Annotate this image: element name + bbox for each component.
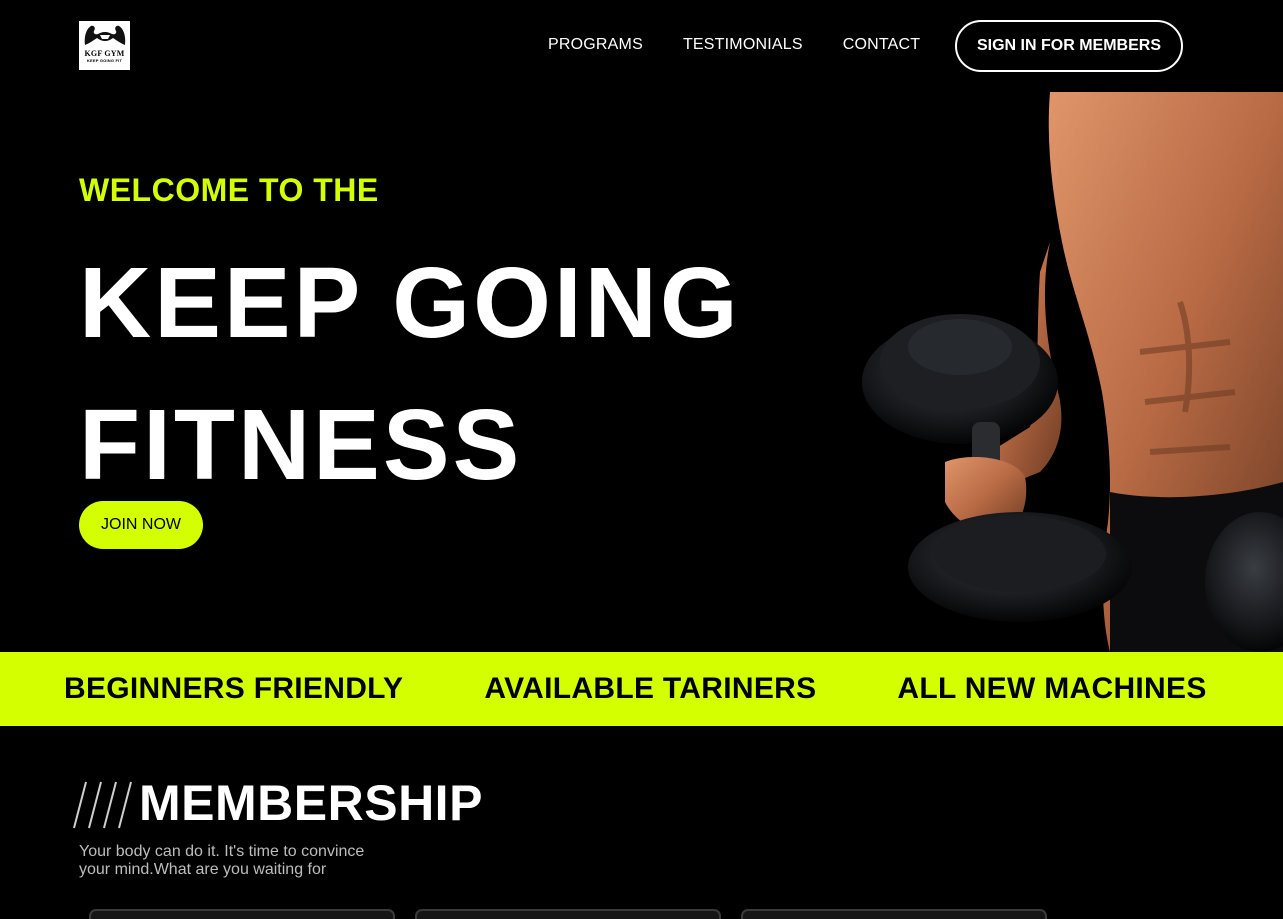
nav-programs[interactable]: PROGRAMS: [548, 36, 643, 54]
sign-in-button[interactable]: SIGN IN FOR MEMBERS: [955, 20, 1183, 72]
hero-title-line-2: FITNESS: [79, 389, 523, 501]
join-now-button[interactable]: JOIN NOW: [79, 501, 203, 549]
hero-title: KEEP GOING FITNESS: [79, 232, 741, 516]
membership-heading: MEMBERSHIP: [139, 775, 483, 831]
logo-name: KGF GYM: [84, 49, 125, 58]
membership-card[interactable]: [89, 909, 395, 919]
membership-card[interactable]: [415, 909, 721, 919]
hero-athlete-image: [862, 92, 1283, 652]
hero-title-line-1: KEEP GOING: [79, 247, 741, 359]
slash-decoration: [73, 781, 132, 829]
muscle-arms-icon: [84, 25, 125, 45]
nav-testimonials[interactable]: TESTIMONIALS: [683, 36, 803, 54]
nav-contact[interactable]: CONTACT: [843, 36, 921, 54]
main-nav: PROGRAMS TESTIMONIALS CONTACT: [548, 36, 920, 54]
logo-tagline: KEEP GOING FIT: [86, 58, 123, 63]
landing-page: KGF GYM KEEP GOING FIT PROGRAMS TESTIMON…: [0, 0, 1283, 919]
features-band: BEGINNERS FRIENDLY AVAILABLE TARINERS AL…: [0, 652, 1283, 726]
feature-item: AVAILABLE TARINERS: [484, 672, 817, 705]
welcome-text: WELCOME TO THE: [79, 172, 379, 208]
features-track: BEGINNERS FRIENDLY AVAILABLE TARINERS AL…: [64, 652, 1283, 726]
feature-item: BEGINNERS FRIENDLY: [64, 672, 404, 705]
gym-logo[interactable]: KGF GYM KEEP GOING FIT: [79, 21, 130, 70]
membership-card[interactable]: [741, 909, 1047, 919]
membership-description: Your body can do it. It's time to convin…: [79, 843, 365, 878]
feature-item: ALL NEW MACHINES: [897, 672, 1207, 705]
